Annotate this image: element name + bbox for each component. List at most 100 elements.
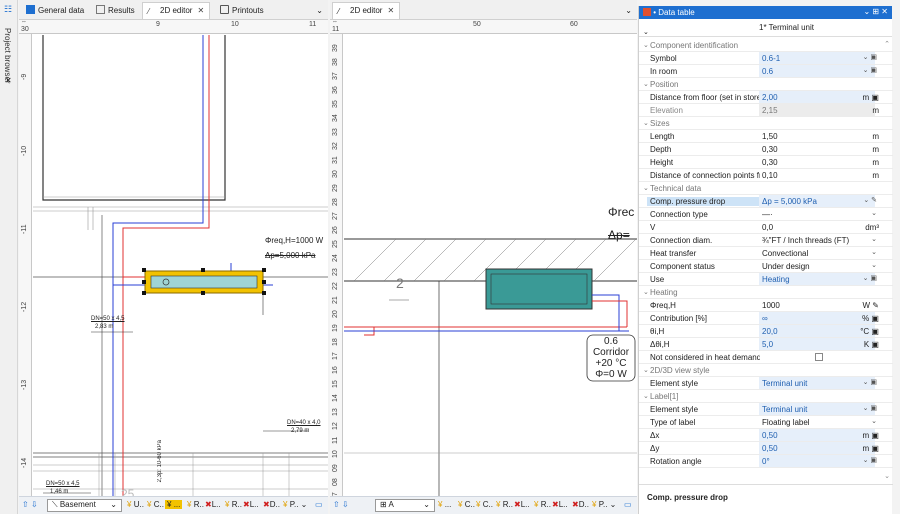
property-row[interactable]: θi,H 20,0 °C ▣ [639,325,893,338]
property-row[interactable]: Element style Terminal unit ⌄ ▣ [639,403,893,416]
tab-2d-editor[interactable]: ⁄ 2D editor ✕ [142,2,211,19]
tab-2d-editor-right[interactable]: ⁄ 2D editor ✕ [332,2,401,19]
status-tool-l[interactable]: ✖L.. [514,500,530,509]
property-row[interactable]: Δθi,H 5,0 K ▣ [639,338,893,351]
property-row[interactable]: Connection type —· ⌄ [639,208,893,221]
status-tool-active[interactable]: ¥ ... [165,500,183,509]
property-value[interactable]: 2,15 [759,104,875,116]
property-row[interactable]: Contribution [%] ∞% ▣ [639,312,893,325]
up-arrow-icon[interactable]: ⇧ [333,500,340,509]
property-control-icon[interactable]: ⌄ ▣ [863,274,877,282]
property-value[interactable]: Δp = 5,000 kPa [759,195,875,207]
property-value[interactable]: 0,30 [759,143,875,155]
chevron-down-icon[interactable]: ⌄ [625,6,632,15]
property-value[interactable]: 5,0 [759,338,875,350]
screen-icon[interactable]: ▭ [315,500,323,509]
property-value[interactable]: 0,50 [759,442,875,454]
property-value[interactable]: ∞ [759,312,875,324]
property-value[interactable]: 2,00 [759,91,875,103]
property-value[interactable]: 20,0 [759,325,875,337]
property-group-header[interactable]: ⌄ 2D/3D view style [639,364,893,377]
scroll-down-icon[interactable]: ⌄ [884,472,890,480]
property-row[interactable]: Δx 0,50 m ▣ [639,429,893,442]
property-value[interactable]: —· [759,208,875,220]
property-row[interactable]: Rotation angle 0° ⌄ ▣ [639,455,893,468]
property-row[interactable]: Distance of connection points fror 0,10 m [639,169,893,182]
room-label[interactable]: 0.6 Corridor +20 °C Φ=0 W [587,336,635,380]
property-row[interactable]: Heat transfer Convectional ⌄ [639,247,893,260]
property-control-icon[interactable]: ⌄ ✎ [863,196,877,204]
property-value[interactable]: Terminal unit [759,377,875,389]
property-row[interactable]: In room 0.6 ⌄ ▣ [639,65,893,78]
status-tool-r[interactable]: ¥ R.. [496,500,513,509]
close-tab-icon[interactable]: ✕ [387,6,394,15]
tab-printouts[interactable]: Printouts [215,2,269,19]
property-row[interactable]: V 0,0 dm³ [639,221,893,234]
status-tool-p[interactable]: ¥ P.. ⌄ [283,500,307,509]
left-drawing-pane[interactable]: ⇔ 30 9 10 11 -9 -10 -11 -12 -13 -14 Φreq… [19,20,328,496]
property-control-icon[interactable]: ⌄ [871,235,877,243]
status-tool-d[interactable]: ✖D.. [263,500,280,509]
status-tool-c[interactable]: ¥ C.. [147,500,164,509]
status-tool-c[interactable]: ¥ C.. [458,500,475,509]
property-group-header[interactable]: ⌄ Technical data [639,182,893,195]
property-value[interactable]: 1,50 [759,130,875,142]
property-row[interactable]: Distance from floor (set in storey d 2,00… [639,91,893,104]
up-arrow-icon[interactable]: ⇧ [22,500,29,509]
scroll-up-icon[interactable]: ⌃ [884,40,890,48]
checkbox[interactable] [815,353,823,361]
property-row[interactable]: Not considered in heat demand cc [639,351,893,364]
property-control-icon[interactable]: ⌄ [871,209,877,217]
status-tool-l[interactable]: ✖L.. [205,500,221,509]
element-selector[interactable]: 1* Terminal unit ⌄ [639,19,892,37]
property-control-icon[interactable]: ⌄ ▣ [863,53,877,61]
property-value[interactable]: Convectional [759,247,875,259]
property-group-header[interactable]: ⌄ Component identification [639,39,893,52]
panel-controls[interactable]: ⌄ ⊞ ✕ [863,7,888,16]
data-table-title-bar[interactable]: • Data table ⌄ ⊞ ✕ [639,6,892,19]
status-tool-c2[interactable]: ¥ C.. [476,500,493,509]
property-row[interactable]: Type of label Floating label ⌄ [639,416,893,429]
property-value[interactable]: Terminal unit [759,403,875,415]
property-group-header[interactable]: ⌄ Label[1] [639,390,893,403]
property-value[interactable]: ¾"FT / Inch threads (FT) [759,234,875,246]
property-row[interactable]: Use Heating ⌄ ▣ [639,273,893,286]
tab-results[interactable]: Results [91,2,140,19]
property-control-icon[interactable]: ⌄ ▣ [863,456,877,464]
level-select[interactable]: ⊞ A ⌄ [375,499,435,512]
status-tool-l2[interactable]: ✖L.. [243,500,259,509]
property-row[interactable]: Symbol 0.6-1 ⌄ ▣ [639,52,893,65]
status-tool-l2[interactable]: ✖L.. [552,500,568,509]
level-select[interactable]: ⟍ Basement ⌄ [47,499,122,512]
property-control-icon[interactable]: ⌄ [871,261,877,269]
property-control-icon[interactable]: ⌄ [871,417,877,425]
close-icon[interactable]: ✕ [5,76,12,85]
property-value[interactable]: 0.6 [759,65,875,77]
project-browser-strip[interactable]: ☷ Project browser ✕ [0,0,18,514]
property-value[interactable]: 0,10 [759,169,875,181]
property-row[interactable]: Elevation 2,15 m [639,104,893,117]
status-tool-p[interactable]: ¥ P.. ⌄ [592,500,616,509]
right-drawing-pane[interactable]: ⇔ 11 50 60 39 38 37 36 35 34 33 32 31 30 29 28 27 26 2… [330,20,637,496]
status-tool-r2[interactable]: ¥ R.. [225,500,242,509]
close-tab-icon[interactable]: ✕ [197,6,204,15]
property-row[interactable]: Depth 0,30 m [639,143,893,156]
chevron-down-icon[interactable]: ⌄ [316,6,323,15]
property-control-icon[interactable]: ⌄ [871,248,877,256]
grid-icon[interactable]: ☷ [4,4,12,15]
property-value[interactable]: 0,0 [759,221,875,233]
property-row[interactable]: Height 0,30 m [639,156,893,169]
property-control-icon[interactable]: ⌄ ▣ [863,404,877,412]
property-row[interactable]: Δy 0,50 m ▣ [639,442,893,455]
property-value[interactable]: 1000 [759,299,875,311]
property-value[interactable]: Heating [759,273,875,285]
property-row[interactable]: Connection diam. ¾"FT / Inch threads (FT)… [639,234,893,247]
property-row[interactable]: Element style Terminal unit ⌄ ▣ [639,377,893,390]
property-control-icon[interactable]: ⌄ ▣ [863,378,877,386]
screen-icon[interactable]: ▭ [624,500,632,509]
property-row[interactable]: Length 1,50 m [639,130,893,143]
tab-general-data[interactable]: General data [21,2,89,19]
property-group-header[interactable]: ⌄ Sizes [639,117,893,130]
property-group-header[interactable]: ⌄ Heating [639,286,893,299]
status-tool-d[interactable]: ✖D.. [572,500,589,509]
